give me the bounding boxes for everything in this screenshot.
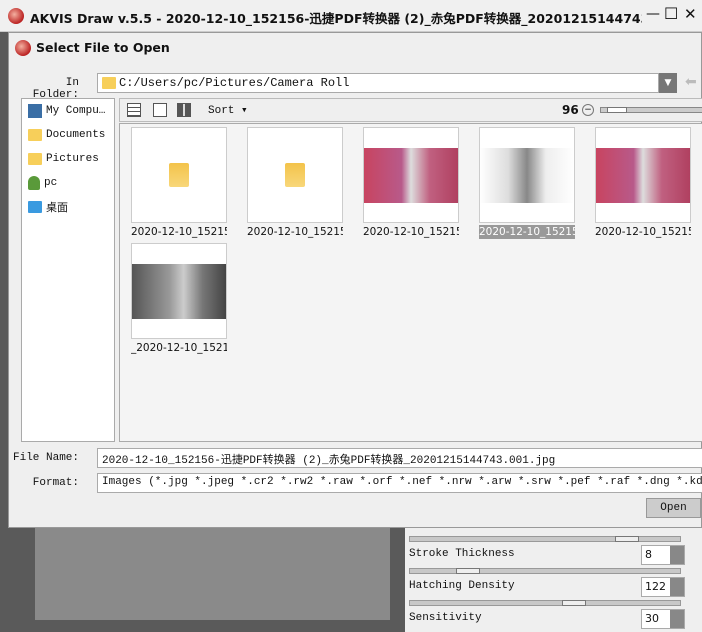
folder-icon	[28, 153, 42, 165]
stroke-thickness-label: Stroke Thickness	[409, 548, 515, 560]
sensitivity-spinner[interactable]: 30	[641, 609, 685, 629]
open-button[interactable]: Open	[646, 498, 701, 518]
file-item[interactable]: _2020-12-10_1521…	[131, 243, 227, 355]
sort-button[interactable]: Sort ▾	[208, 103, 248, 117]
file-name-input[interactable]: 2020-12-10_152156-迅捷PDF转换器 (2)_赤兔PDF转换器_…	[97, 448, 702, 468]
maximize-button[interactable]: ☐	[664, 4, 678, 23]
minimize-button[interactable]: —	[646, 6, 660, 22]
file-name: _2020-12-10_1521…	[131, 342, 227, 354]
file-name: 2020-12-10_15215…	[479, 225, 575, 239]
file-name: 2020-12-10_15215…	[247, 226, 343, 238]
window-title: AKVIS Draw v.5.5 - 2020-12-10_152156-迅捷P…	[30, 11, 642, 26]
folder-icon	[102, 77, 116, 89]
hatching-density-label: Hatching Density	[409, 580, 515, 592]
title-bar: AKVIS Draw v.5.5 - 2020-12-10_152156-迅捷P…	[0, 0, 702, 32]
folder-icon	[285, 163, 305, 187]
file-name: 2020-12-10_15215…	[363, 226, 459, 238]
file-item[interactable]: 2020-12-10_15215…	[247, 127, 343, 239]
file-item[interactable]: 2020-12-10_15215…	[131, 127, 227, 239]
place-desktop[interactable]: 桌面	[22, 195, 114, 219]
dialog-title: Select File to Open	[36, 40, 170, 55]
folder-path-text: C:/Users/pc/Pictures/Camera Roll	[119, 76, 350, 90]
image-thumbnail	[480, 147, 574, 203]
akvis-logo-icon	[15, 40, 31, 56]
open-file-dialog: Select File to Open In Folder: C:/Users/…	[8, 32, 702, 528]
view-toolbar: Sort ▾ 96 −	[119, 98, 702, 122]
list-view-icon[interactable]	[127, 103, 141, 117]
hatching-density-slider[interactable]	[409, 600, 681, 606]
file-name: 2020-12-10_15215…	[595, 226, 691, 238]
place-label: Documents	[46, 129, 106, 141]
place-label: Pictures	[46, 153, 99, 165]
folder-icon	[28, 129, 42, 141]
place-pc[interactable]: pc	[22, 171, 114, 195]
user-icon	[28, 176, 40, 190]
slider[interactable]	[409, 536, 681, 542]
file-name: 2020-12-10_15215…	[131, 226, 227, 238]
file-grid: 2020-12-10_15215… 2020-12-10_15215… 2020…	[119, 123, 702, 442]
format-select[interactable]: Images (*.jpg *.jpeg *.cr2 *.rw2 *.raw *…	[97, 473, 702, 493]
place-documents[interactable]: Documents	[22, 123, 114, 147]
file-item-selected[interactable]: 2020-12-10_15215…	[479, 127, 575, 239]
folder-icon	[169, 163, 189, 187]
folder-icon	[28, 201, 42, 213]
sensitivity-label: Sensitivity	[409, 612, 482, 624]
image-thumbnail	[132, 263, 226, 319]
stroke-thickness-spinner[interactable]: 8	[641, 545, 685, 565]
sort-label: Sort	[208, 105, 235, 117]
close-button[interactable]: ✕	[684, 5, 697, 23]
image-thumbnail	[364, 147, 458, 203]
file-item[interactable]: 2020-12-10_15215…	[363, 127, 459, 239]
places-sidebar: My Compu… Documents Pictures pc 桌面	[21, 98, 115, 442]
akvis-logo-icon	[8, 8, 24, 24]
chevron-down-icon[interactable]: ▼	[659, 73, 677, 93]
place-label: 桌面	[46, 203, 68, 215]
back-arrow-icon[interactable]: ⬅	[685, 74, 697, 90]
computer-icon	[28, 104, 42, 118]
file-item[interactable]: 2020-12-10_15215…	[595, 127, 691, 239]
place-label: My Compu…	[46, 105, 106, 117]
image-canvas[interactable]	[35, 528, 390, 620]
hatching-density-spinner[interactable]: 122	[641, 577, 685, 597]
icon-view-icon[interactable]	[177, 103, 191, 117]
place-pictures[interactable]: Pictures	[22, 147, 114, 171]
file-name-label: File Name:	[13, 452, 80, 464]
place-label: pc	[44, 177, 58, 189]
settings-panel: Stroke Thickness 8 Hatching Density 122 …	[405, 528, 702, 632]
stroke-thickness-slider[interactable]	[409, 568, 681, 574]
zoom-value: 96	[562, 103, 579, 117]
zoom-out-icon[interactable]: −	[582, 104, 594, 116]
zoom-slider[interactable]	[600, 107, 702, 113]
image-thumbnail	[596, 147, 690, 203]
place-my-computer[interactable]: My Compu…	[22, 99, 114, 123]
format-label: Format:	[32, 477, 79, 489]
detail-view-icon[interactable]	[153, 103, 167, 117]
